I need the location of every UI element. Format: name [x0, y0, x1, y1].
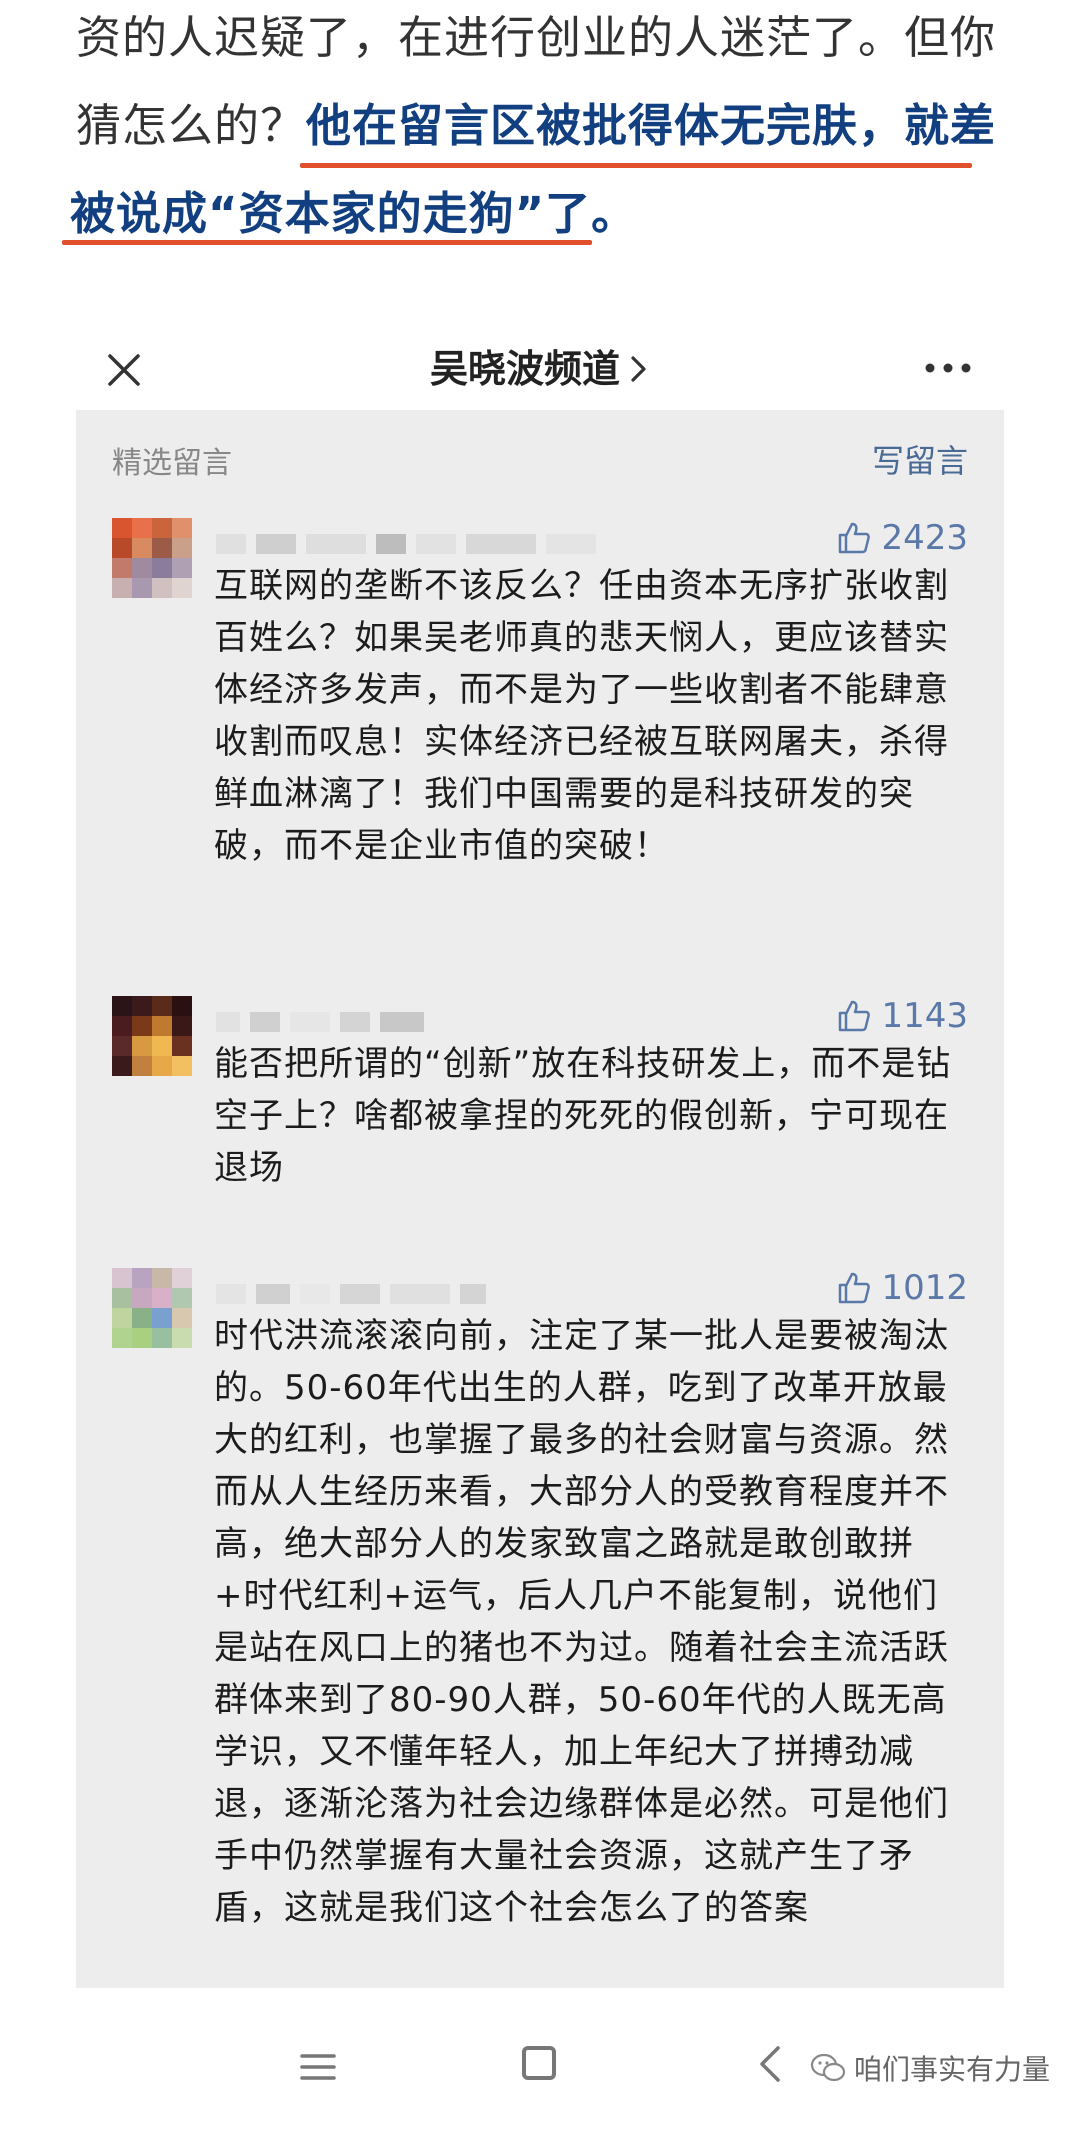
channel-title-row[interactable]: 吴晓波频道 [76, 328, 1004, 410]
home-icon[interactable] [522, 2046, 556, 2080]
highlight-underline-1 [300, 163, 972, 168]
thumbs-up-icon [839, 1272, 871, 1304]
comments-screenshot: 吴晓波频道 精选留言 写留言 2423 互联网的垄断不该反么？任由资本无序扩张收… [76, 328, 1004, 1988]
chevron-right-icon [631, 356, 646, 382]
article-line-3: 被说成“资本家的走狗”了。 [70, 187, 638, 240]
article-line-1: 资的人迟疑了，在进行创业的人迷茫了。但你 [76, 11, 997, 64]
avatar [112, 518, 192, 598]
like-number: 2423 [881, 518, 968, 558]
like-count[interactable]: 1012 [837, 1268, 968, 1308]
like-number: 1143 [881, 996, 968, 1036]
like-number: 1012 [881, 1268, 968, 1308]
highlight-underline-2 [62, 240, 592, 245]
watermark-text: 咱们事实有力量 [854, 2053, 1051, 2086]
like-count[interactable]: 1143 [837, 996, 968, 1036]
avatar [112, 1268, 192, 1348]
avatar [112, 996, 192, 1076]
thumbs-up-icon [839, 522, 871, 554]
article-line-2: 猜怎么的？他在留言区被批得体无完肤，就差 [76, 96, 996, 156]
article-line-2-plain: 猜怎么的？ [76, 99, 307, 152]
comment-item: 2423 互联网的垄断不该反么？任由资本无序扩张收割百姓么？如果吴老师真的悲天悯… [76, 518, 1004, 878]
channel-title: 吴晓波频道 [429, 347, 620, 391]
username-blurred [216, 530, 596, 558]
comment-text: 时代洪流滚滚向前，注定了某一批人是要被淘汰的。50-60年代出生的人群，吃到了改… [214, 1316, 949, 1928]
watermark: 咱们事实有力量 [810, 2048, 1050, 2088]
comment-item: 1143 能否把所谓的“创新”放在科技研发上，而不是钻空子上？啥都被拿捏的死死的… [76, 996, 1004, 1196]
section-title: 精选留言 [112, 446, 232, 481]
comment-text: 互联网的垄断不该反么？任由资本无序扩张收割百姓么？如果吴老师真的悲天悯人，更应该… [214, 566, 949, 866]
back-icon[interactable] [758, 2044, 782, 2084]
article-text: 资的人迟疑了，在进行创业的人迷茫了。但你 猜怎么的？他在留言区被批得体无完肤，就… [0, 0, 1080, 300]
selected-comments-header: 精选留言 写留言 [76, 410, 1004, 500]
comment-item: 1012 时代洪流滚滚向前，注定了某一批人是要被淘汰的。50-60年代出生的人群… [76, 1268, 1004, 1988]
wechat-icon [810, 2053, 846, 2082]
comment-text: 能否把所谓的“创新”放在科技研发上，而不是钻空子上？啥都被拿捏的死死的假创新，宁… [214, 1044, 952, 1188]
like-count[interactable]: 2423 [837, 518, 968, 558]
article-line-2-highlight: 他在留言区被批得体无完肤，就差 [306, 99, 997, 152]
menu-icon[interactable] [300, 2052, 336, 2082]
channel-topbar: 吴晓波频道 [76, 328, 1004, 410]
username-blurred [216, 1008, 424, 1036]
system-nav-bar: 咱们事实有力量 [0, 2010, 1080, 2130]
thumbs-up-icon [839, 1000, 871, 1032]
username-blurred [216, 1280, 486, 1308]
write-comment-button[interactable]: 写留言 [872, 436, 968, 482]
more-icon[interactable] [924, 360, 972, 376]
